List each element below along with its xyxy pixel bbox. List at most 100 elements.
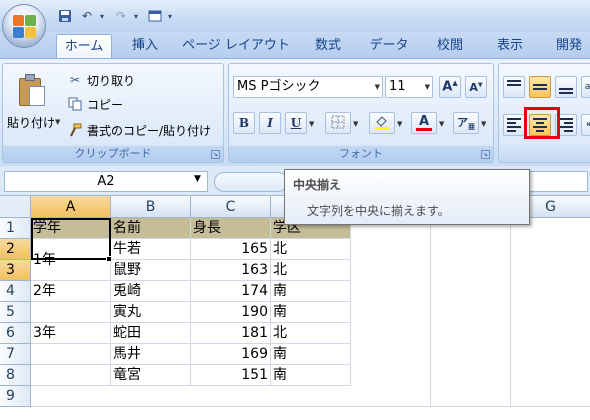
font-name-dropdown-icon[interactable]: ▼ <box>375 77 380 97</box>
left-align-button[interactable] <box>503 114 525 136</box>
cell-c3[interactable]: 163 <box>191 260 271 281</box>
empty-column-e[interactable] <box>351 218 431 407</box>
cell-a4[interactable]: 2年 <box>31 281 111 302</box>
cell-d7[interactable]: 南 <box>271 344 351 365</box>
cell-c2[interactable]: 165 <box>191 239 271 260</box>
font-size-select[interactable]: 11 ▼ <box>385 76 433 98</box>
clipboard-launcher-icon[interactable]: ↘ <box>211 150 220 159</box>
cell-b6[interactable]: 蛇田 <box>111 323 191 344</box>
redo-icon[interactable]: ↷ <box>112 7 130 25</box>
tab-formulas[interactable]: 数式 <box>306 34 350 58</box>
cell-c8[interactable]: 151 <box>191 365 271 386</box>
cell-c7[interactable]: 169 <box>191 344 271 365</box>
middle-align-button[interactable] <box>529 76 551 98</box>
customize-icon[interactable] <box>146 7 164 25</box>
cell-c6[interactable]: 181 <box>191 323 271 344</box>
font-color-dropdown-icon[interactable]: ▼ <box>439 120 444 128</box>
formula-bar-expander[interactable] <box>214 172 288 192</box>
tab-view[interactable]: 表示 <box>488 34 532 58</box>
undo-icon[interactable]: ↶ <box>78 7 96 25</box>
cell-a5[interactable] <box>31 302 111 323</box>
orientation-button[interactable]: ab <box>581 76 590 98</box>
shrink-font-button[interactable]: A▼ <box>465 76 487 98</box>
tab-home[interactable]: ホーム <box>56 34 112 58</box>
undo-dropdown-icon[interactable]: ▾ <box>100 12 108 21</box>
office-button[interactable] <box>2 4 46 48</box>
cell-d2[interactable]: 北 <box>271 239 351 260</box>
row-header-3[interactable]: 3 <box>0 260 31 281</box>
cell-b8[interactable]: 竜宮 <box>111 365 191 386</box>
cell-a8[interactable] <box>31 365 111 386</box>
cell-b2[interactable]: 牛若 <box>111 239 191 260</box>
bottom-align-button[interactable] <box>555 76 577 98</box>
borders-dropdown-icon[interactable]: ▼ <box>353 120 358 128</box>
font-name-value: MS Pゴシック <box>237 79 321 94</box>
cell-d5[interactable]: 南 <box>271 302 351 323</box>
font-name-select[interactable]: MS Pゴシック ▼ <box>233 76 383 98</box>
phonetic-button[interactable]: ア亜 <box>453 112 479 134</box>
empty-column-g[interactable] <box>511 218 590 407</box>
cell-d4[interactable]: 南 <box>271 281 351 302</box>
cell-d3[interactable]: 北 <box>271 260 351 281</box>
row-header-7[interactable]: 7 <box>0 344 31 365</box>
empty-column-f[interactable] <box>431 218 511 407</box>
cell-b5[interactable]: 寅丸 <box>111 302 191 323</box>
redo-dropdown-icon[interactable]: ▾ <box>134 12 142 21</box>
paste-button-label[interactable]: 貼り付け <box>7 114 55 131</box>
cell-b4[interactable]: 兎崎 <box>111 281 191 302</box>
cell-b1[interactable]: 名前 <box>111 218 191 239</box>
column-header-b[interactable]: B <box>111 196 191 218</box>
empty-row-9[interactable] <box>31 386 590 407</box>
cut-button[interactable]: ✂ 切り取り <box>67 70 135 90</box>
cell-c5[interactable]: 190 <box>191 302 271 323</box>
underline-dropdown-icon[interactable]: ▼ <box>309 120 314 128</box>
font-color-button[interactable]: A <box>411 112 437 134</box>
underline-button[interactable]: U <box>285 112 307 134</box>
phonetic-dropdown-icon[interactable]: ▼ <box>481 120 486 128</box>
font-size-dropdown-icon[interactable]: ▼ <box>425 77 430 97</box>
row-header-6[interactable]: 6 <box>0 323 31 344</box>
grow-font-button[interactable]: A▲ <box>439 76 461 98</box>
fill-handle[interactable] <box>106 256 112 262</box>
name-box[interactable]: A2 <box>4 171 208 192</box>
copy-button[interactable]: コピー <box>67 94 123 114</box>
cell-b7[interactable]: 馬井 <box>111 344 191 365</box>
font-launcher-icon[interactable]: ↘ <box>481 150 490 159</box>
save-icon[interactable] <box>56 7 74 25</box>
top-align-button[interactable] <box>503 76 525 98</box>
cell-c4[interactable]: 174 <box>191 281 271 302</box>
borders-button[interactable] <box>325 112 351 134</box>
indent-button[interactable]: ⇤ <box>581 114 590 136</box>
bold-button[interactable]: B <box>233 112 255 134</box>
tab-developer[interactable]: 開発 <box>548 34 590 58</box>
cell-d8[interactable]: 南 <box>271 365 351 386</box>
row-header-4[interactable]: 4 <box>0 281 31 302</box>
formula-input[interactable] <box>528 171 588 192</box>
format-painter-button[interactable]: 書式のコピー/貼り付け <box>67 120 211 140</box>
cell-a6[interactable]: 3年 <box>31 323 111 344</box>
qat-customize-dropdown-icon[interactable]: ▾ <box>168 12 176 21</box>
tab-insert[interactable]: 挿入 <box>122 34 168 58</box>
fill-color-button[interactable] <box>369 112 395 134</box>
row-header-9[interactable]: 9 <box>0 386 31 407</box>
column-header-c[interactable]: C <box>191 196 271 218</box>
select-all-corner[interactable] <box>0 196 31 218</box>
paste-dropdown-icon[interactable]: ▼ <box>55 118 60 126</box>
row-header-5[interactable]: 5 <box>0 302 31 323</box>
italic-button[interactable]: I <box>259 112 281 134</box>
fill-color-dropdown-icon[interactable]: ▼ <box>397 120 402 128</box>
cell-c1[interactable]: 身長 <box>191 218 271 239</box>
cell-a7[interactable] <box>31 344 111 365</box>
tooltip-body: 文字列を中央に揃えます。 <box>307 204 450 218</box>
row-header-1[interactable]: 1 <box>0 218 31 239</box>
row-header-8[interactable]: 8 <box>0 365 31 386</box>
cell-d6[interactable]: 北 <box>271 323 351 344</box>
row-header-2[interactable]: 2 <box>0 239 31 260</box>
tab-review[interactable]: 校閲 <box>428 34 472 58</box>
tab-data[interactable]: データ <box>364 34 414 58</box>
tab-page-layout[interactable]: ページ レイアウト <box>182 34 290 58</box>
column-header-a[interactable]: A <box>31 196 111 218</box>
name-box-dropdown-icon[interactable]: ▼ <box>194 174 201 184</box>
paste-icon[interactable] <box>17 74 47 108</box>
cell-b3[interactable]: 鼠野 <box>111 260 191 281</box>
